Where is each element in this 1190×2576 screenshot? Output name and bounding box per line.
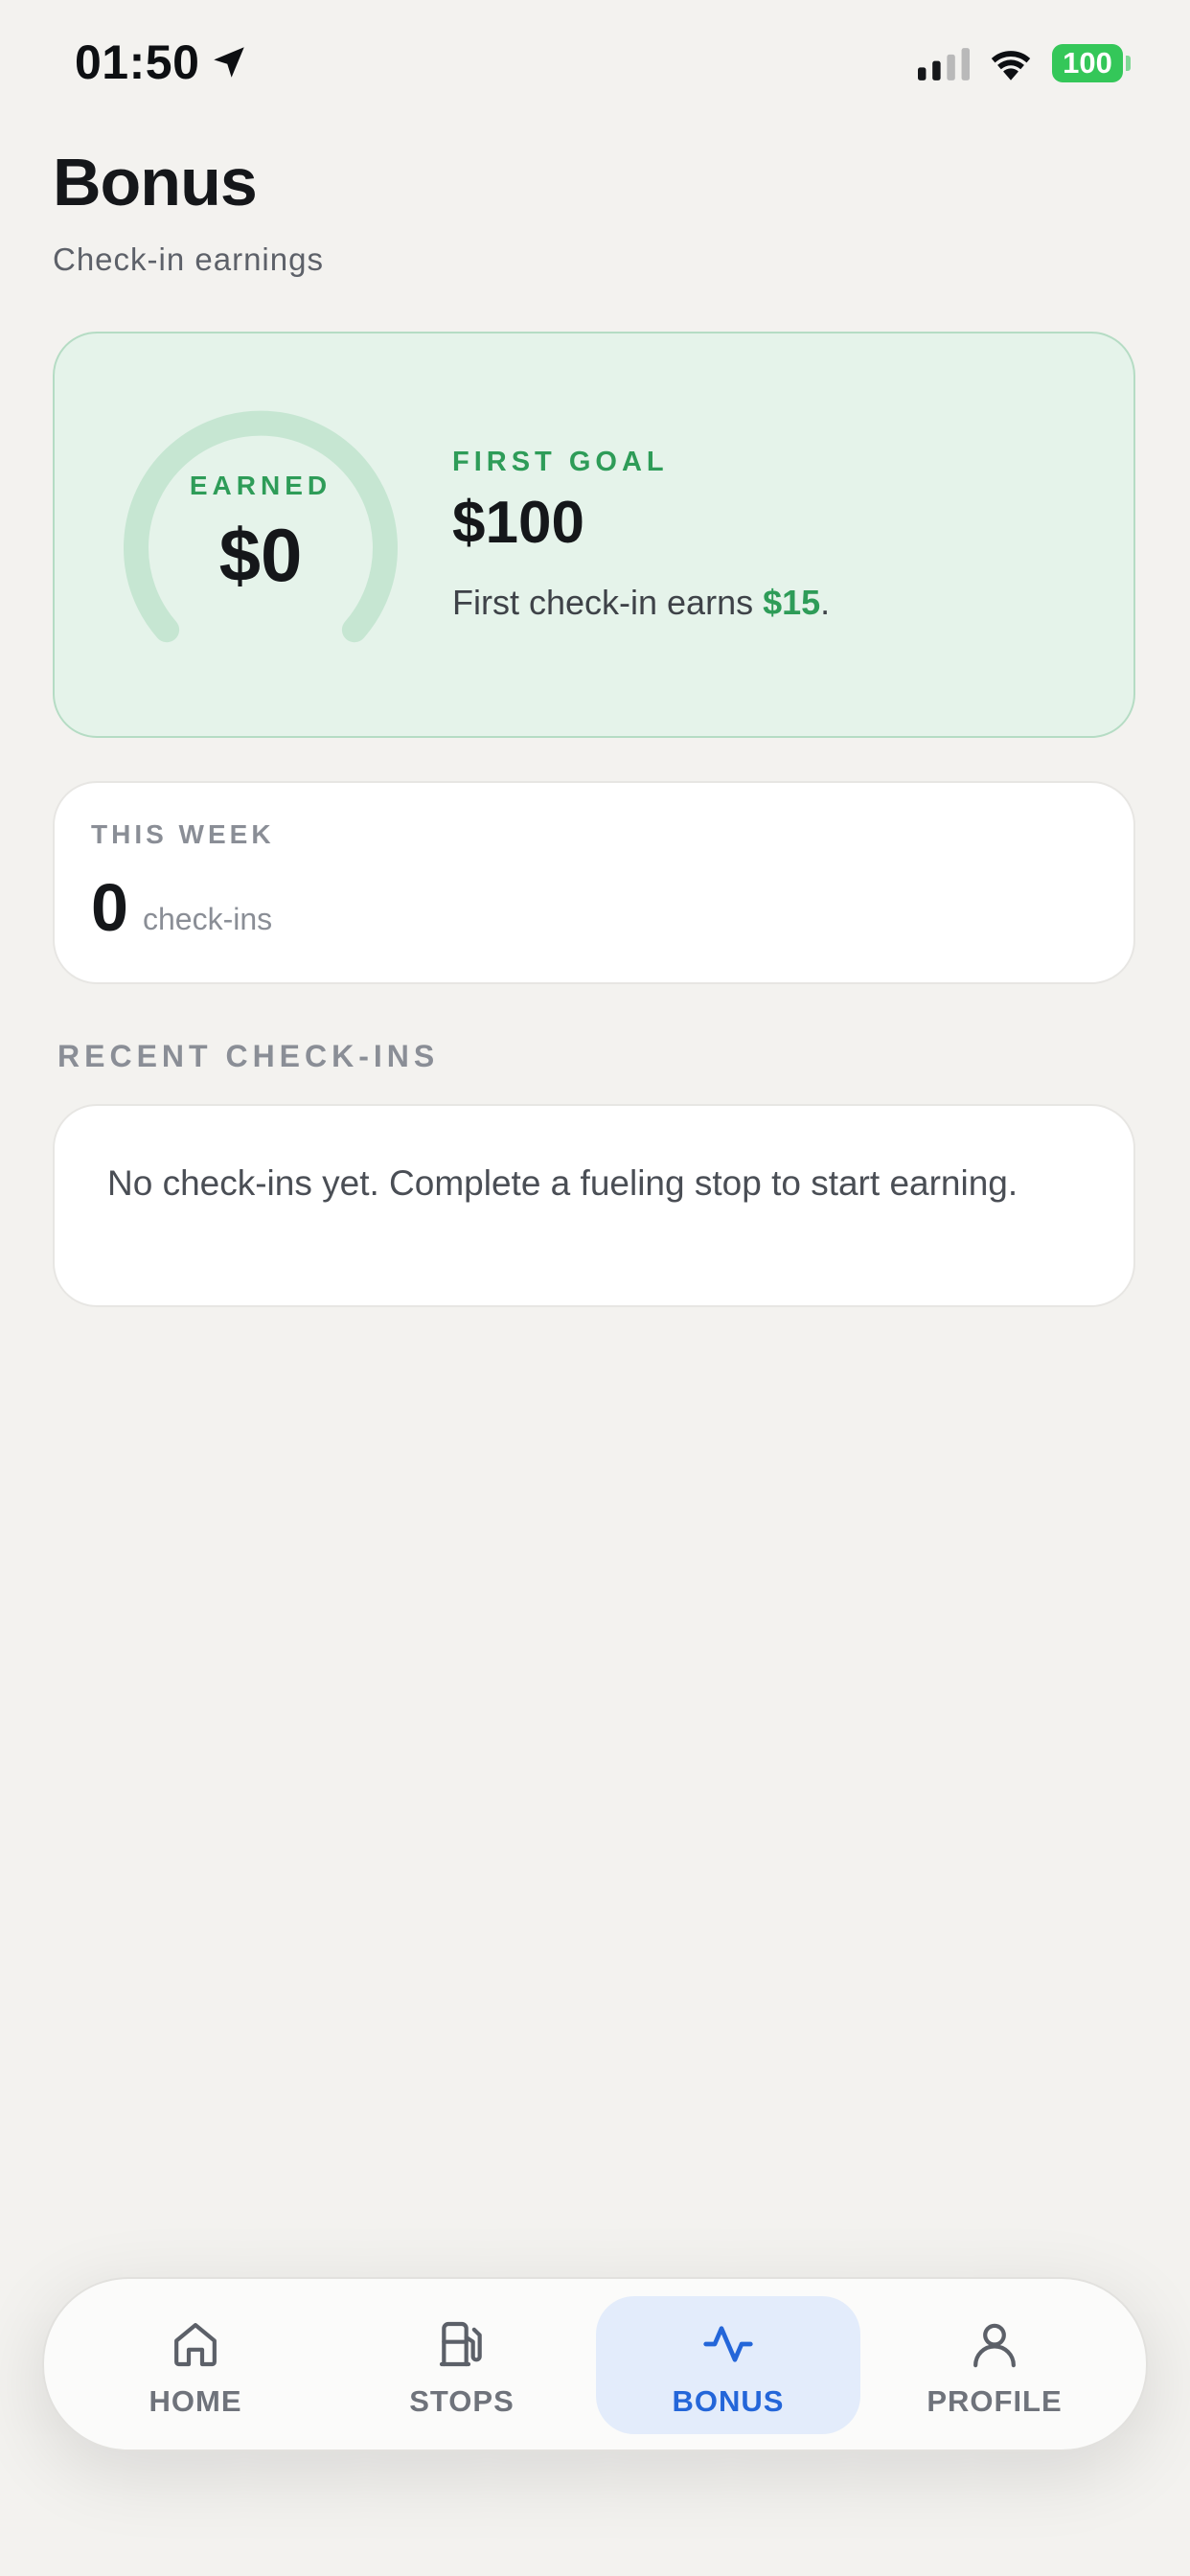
tab-stops-label: STOPS <box>409 2384 515 2418</box>
page-subtitle: Check-in earnings <box>53 242 324 277</box>
location-arrow-icon <box>214 47 244 78</box>
this-week-card: THIS WEEK 0 check-ins <box>53 781 1135 984</box>
bottom-tab-bar: HOME STOPS BONUS PROFILE <box>42 2277 1148 2451</box>
goal-note: First check-in earns $15. <box>452 583 830 623</box>
empty-state-message: No check-ins yet. Complete a fueling sto… <box>107 1163 1018 1203</box>
week-checkin-unit: check-ins <box>143 902 273 936</box>
home-icon <box>174 2323 217 2367</box>
status-time: 01:50 <box>75 35 200 89</box>
earned-label: EARNED <box>189 471 332 500</box>
status-bar: 01:50 100 <box>0 0 1190 129</box>
goal-note-amount: $15 <box>763 583 821 622</box>
this-week-label: THIS WEEK <box>91 819 275 849</box>
fuel-pump-icon <box>439 2321 482 2367</box>
tab-profile[interactable]: PROFILE <box>862 2296 1127 2434</box>
earned-value: $0 <box>218 513 303 597</box>
tab-home[interactable]: HOME <box>63 2296 328 2434</box>
tab-stops[interactable]: STOPS <box>330 2296 594 2434</box>
tab-home-label: HOME <box>149 2384 242 2418</box>
wifi-icon <box>991 51 1031 80</box>
goal-label: FIRST GOAL <box>452 447 669 477</box>
recent-checkins-card: No check-ins yet. Complete a fueling sto… <box>53 1104 1135 1307</box>
week-checkin-count: 0 <box>91 870 128 945</box>
tab-bonus-label: BONUS <box>672 2384 785 2418</box>
goal-note-suffix: . <box>820 583 831 622</box>
goal-value: $100 <box>452 490 584 556</box>
user-icon <box>973 2323 1016 2368</box>
battery-tip <box>1126 56 1131 71</box>
tab-bonus[interactable]: BONUS <box>596 2296 860 2434</box>
goal-note-prefix: First check-in earns <box>452 583 764 622</box>
page-title: Bonus <box>53 145 258 219</box>
battery-indicator: 100 <box>1052 44 1123 82</box>
tab-profile-label: PROFILE <box>927 2384 1063 2418</box>
activity-icon <box>703 2326 753 2362</box>
earnings-card: EARNED $0 FIRST GOAL $100 First check-in… <box>53 332 1135 738</box>
recent-checkins-heading: RECENT CHECK-INS <box>57 1039 440 1073</box>
cellular-signal-icon <box>918 48 970 80</box>
